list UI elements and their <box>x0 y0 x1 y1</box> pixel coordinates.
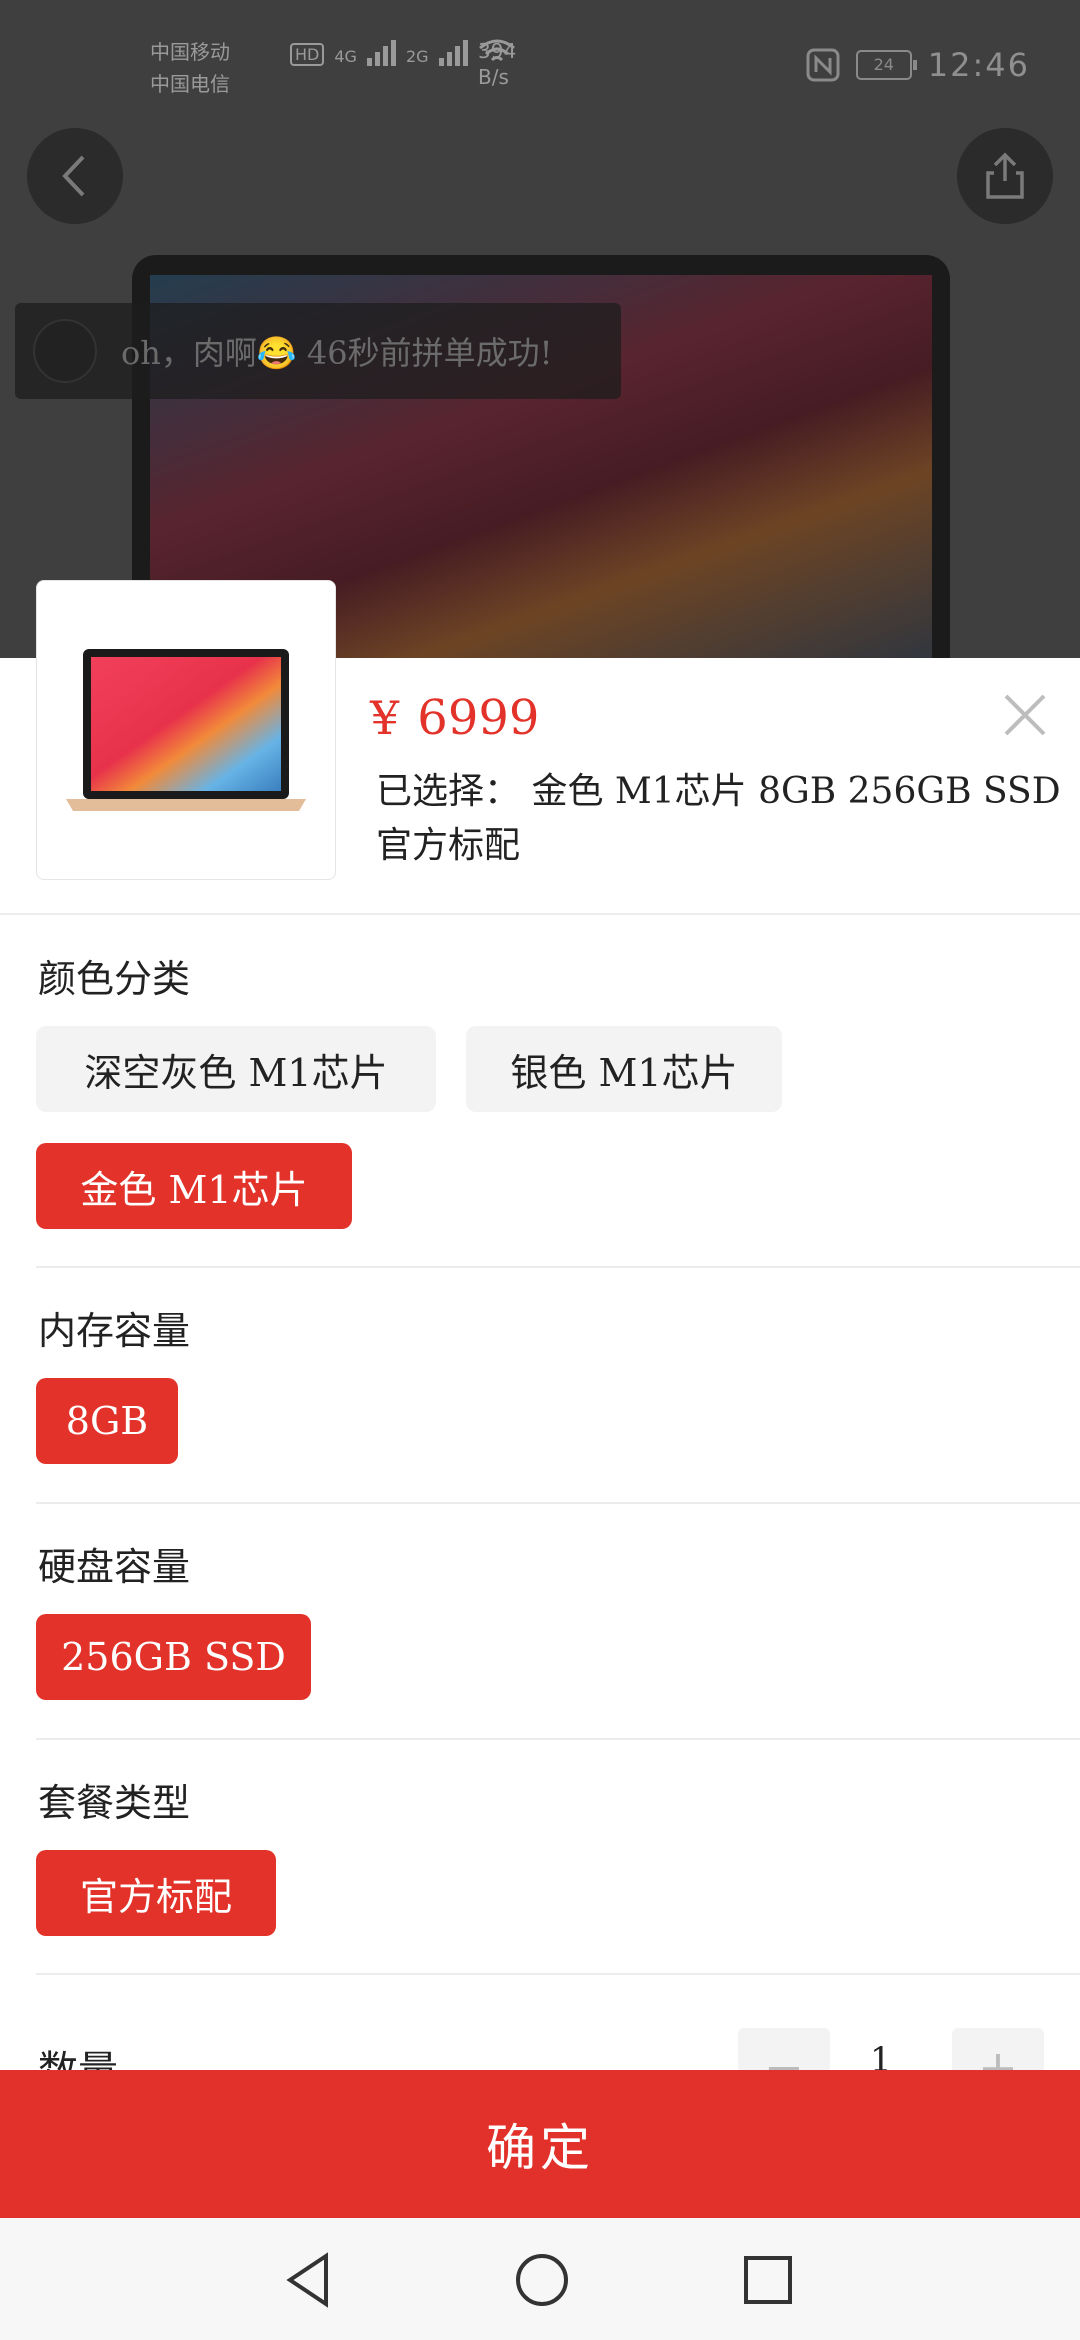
divider <box>36 1738 1080 1740</box>
divider <box>36 1502 1080 1504</box>
net-1-label: 4G <box>334 47 357 66</box>
selected-line-1: 已选择： 金色 M1芯片 8GB 256GB SSD <box>376 771 1061 812</box>
close-button[interactable] <box>1000 690 1050 744</box>
laptop-icon <box>66 649 306 811</box>
speed-unit: B/s <box>478 65 509 89</box>
avatar <box>33 319 97 383</box>
circle-home-icon <box>516 2254 568 2306</box>
divider <box>36 1973 1080 1975</box>
option-256gb-ssd[interactable]: 256GB SSD <box>36 1614 311 1700</box>
selected-line-2: 官方标配 <box>376 825 521 866</box>
net-2-label: 2G <box>405 47 429 66</box>
option-space-gray[interactable]: 深空灰色 M1芯片 <box>36 1026 436 1112</box>
share-button[interactable] <box>957 128 1053 224</box>
price-value: 6999 <box>417 690 540 746</box>
toast-text: oh，肉啊😂 46秒前拼单成功! <box>121 334 553 372</box>
right-status: 24 12:46 <box>806 46 1030 84</box>
clock: 12:46 <box>927 46 1030 84</box>
signal-bars-2-icon <box>438 40 468 66</box>
divider <box>0 913 1080 915</box>
square-recents-icon <box>744 2256 792 2304</box>
signal-bars-1-icon <box>366 40 396 66</box>
confirm-button[interactable]: 确定 <box>0 2070 1080 2218</box>
carrier-1: 中国移动 <box>150 40 230 64</box>
product-thumbnail <box>36 580 336 880</box>
hd-badge: HD <box>290 43 325 66</box>
system-navigation-bar <box>0 2218 1080 2340</box>
currency-symbol: ¥ <box>370 691 400 745</box>
share-icon <box>986 152 1024 199</box>
nav-home-button[interactable] <box>512 2250 572 2310</box>
section-title-color: 颜色分类 <box>38 957 191 1001</box>
close-icon <box>1004 694 1046 736</box>
back-button[interactable] <box>27 128 123 224</box>
chevron-left-icon <box>62 155 85 197</box>
option-gold[interactable]: 金色 M1芯片 <box>36 1143 352 1229</box>
section-title-memory: 内存容量 <box>38 1309 191 1353</box>
triangle-back-icon <box>286 2252 328 2308</box>
group-buy-toast: oh，肉啊😂 46秒前拼单成功! <box>15 303 621 399</box>
option-silver[interactable]: 银色 M1芯片 <box>466 1026 782 1112</box>
nav-recents-button[interactable] <box>738 2250 798 2310</box>
option-8gb[interactable]: 8GB <box>36 1378 178 1464</box>
network-speed: 394 B/s <box>478 38 516 90</box>
price: ¥6999 <box>370 690 539 746</box>
carrier-2: 中国电信 <box>150 72 230 96</box>
status-bar: 中国移动 中国电信 HD 4G 2G 394 B/s 24 12:46 <box>0 0 1080 130</box>
nav-back-button[interactable] <box>280 2250 340 2310</box>
divider <box>36 1266 1080 1268</box>
nfc-icon <box>806 48 840 82</box>
section-title-storage: 硬盘容量 <box>38 1545 191 1589</box>
section-title-package: 套餐类型 <box>38 1781 191 1825</box>
option-official-standard[interactable]: 官方标配 <box>36 1850 276 1936</box>
carrier-info: 中国移动 中国电信 <box>150 36 230 100</box>
battery-icon: 24 <box>855 50 917 80</box>
speed-value: 394 <box>478 39 517 63</box>
selected-summary: 已选择： 金色 M1芯片 8GB 256GB SSD 官方标配 <box>376 765 1076 873</box>
